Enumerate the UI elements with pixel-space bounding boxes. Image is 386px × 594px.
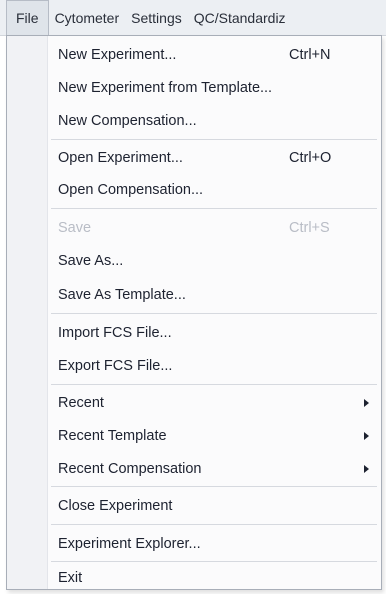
menu-item-recent-compensation[interactable]: Recent Compensation — [7, 455, 381, 483]
menu-separator — [51, 208, 377, 209]
menu-item-label: Recent — [58, 395, 104, 411]
menu-settings[interactable]: Settings — [125, 0, 188, 35]
menu-item-open-experiment[interactable]: Open Experiment... Ctrl+O — [7, 144, 381, 172]
menu-item-label: Close Experiment — [58, 498, 173, 514]
menu-item-label: New Experiment from Template... — [58, 80, 273, 96]
menu-qc-standardization[interactable]: QC/Standardiz — [188, 0, 292, 35]
menu-item-save: Save Ctrl+S — [7, 214, 381, 242]
menu-separator — [51, 384, 377, 385]
menu-item-label: Recent Template — [58, 428, 167, 444]
menu-item-new-experiment-from-template[interactable]: New Experiment from Template... — [7, 74, 381, 102]
menu-item-recent-template[interactable]: Recent Template — [7, 422, 381, 450]
menu-separator — [51, 524, 377, 525]
menu-item-save-as-template[interactable]: Save As Template... — [7, 281, 381, 309]
menu-item-label: Exit — [58, 570, 83, 586]
menu-item-label: Save — [58, 220, 92, 236]
menu-item-export-fcs-file[interactable]: Export FCS File... — [7, 352, 381, 380]
menu-item-import-fcs-file[interactable]: Import FCS File... — [7, 319, 381, 347]
application-window: File Cytometer Settings QC/Standardiz Ne… — [0, 0, 386, 594]
menu-separator — [51, 561, 377, 562]
menu-item-label: New Compensation... — [58, 113, 197, 129]
submenu-arrow-icon — [364, 399, 369, 407]
menu-item-label: New Experiment... — [58, 47, 177, 63]
menu-item-shortcut: Ctrl+N — [289, 47, 331, 63]
menu-item-open-compensation[interactable]: Open Compensation... — [7, 176, 381, 204]
menu-file[interactable]: File — [6, 0, 49, 35]
menu-separator — [51, 313, 377, 314]
menu-cytometer[interactable]: Cytometer — [49, 0, 126, 35]
menu-item-exit[interactable]: Exit — [7, 564, 381, 592]
menu-item-label: Import FCS File... — [58, 325, 172, 341]
menu-separator — [51, 486, 377, 487]
menu-item-experiment-explorer[interactable]: Experiment Explorer... — [7, 530, 381, 558]
menu-item-recent[interactable]: Recent — [7, 389, 381, 417]
menu-item-label: Save As... — [58, 253, 124, 269]
menu-item-shortcut: Ctrl+O — [289, 150, 332, 166]
submenu-arrow-icon — [364, 465, 369, 473]
menu-item-label: Export FCS File... — [58, 358, 173, 374]
menu-item-label: Open Compensation... — [58, 182, 204, 198]
menu-item-label: Experiment Explorer... — [58, 536, 201, 552]
menu-item-save-as[interactable]: Save As... — [7, 247, 381, 275]
menu-bar: File Cytometer Settings QC/Standardiz — [0, 0, 386, 36]
menu-item-label: Open Experiment... — [58, 150, 183, 166]
file-menu-dropdown: New Experiment... Ctrl+N New Experiment … — [6, 35, 382, 590]
menu-item-label: Save As Template... — [58, 287, 186, 303]
menu-item-close-experiment[interactable]: Close Experiment — [7, 492, 381, 520]
menu-separator — [51, 139, 377, 140]
menu-item-shortcut: Ctrl+S — [289, 220, 330, 236]
menu-item-new-experiment[interactable]: New Experiment... Ctrl+N — [7, 41, 381, 69]
menu-item-new-compensation[interactable]: New Compensation... — [7, 107, 381, 135]
submenu-arrow-icon — [364, 432, 369, 440]
menu-item-label: Recent Compensation — [58, 461, 202, 477]
